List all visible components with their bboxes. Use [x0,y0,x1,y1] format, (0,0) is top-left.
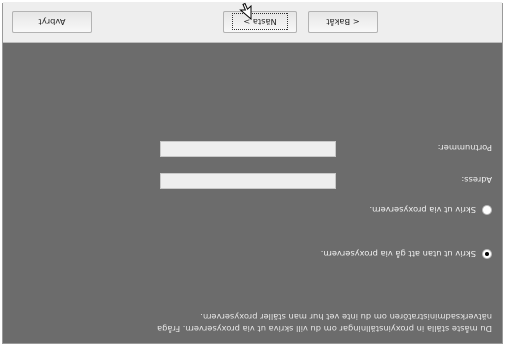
address-label: Adress: [461,175,492,185]
address-row: Adress: [160,171,492,189]
port-label: Portnummer: [437,143,492,153]
option-use-proxy[interactable]: Skriv ut via proxyservern. [369,205,492,215]
screen-rotated: Du måste ställa in proxyinställningar om… [0,0,505,344]
proxy-description: Du måste ställa in proxyinställningar om… [12,311,492,335]
proxy-settings-dialog: Du måste ställa in proxyinställningar om… [2,2,503,344]
dialog-content: Du måste ställa in proxyinställningar om… [3,43,502,343]
address-input[interactable] [160,173,336,189]
option-no-proxy[interactable]: Skriv ut utan att gå via proxyservern. [321,249,492,259]
option-no-proxy-label: Skriv ut utan att gå via proxyservern. [320,249,476,259]
mouse-pointer-icon [239,2,252,20]
radio-no-proxy[interactable] [482,249,492,259]
back-button[interactable]: < Bakåt [308,11,378,33]
dialog-footer: < Bakåt Nästa > Avbryt [3,2,502,43]
option-use-proxy-label: Skriv ut via proxyservern. [369,205,476,215]
description-line-2: nätverksadministratören om du inte vet h… [200,312,492,322]
radio-selected-dot [485,252,489,256]
cancel-button[interactable]: Avbryt [12,11,92,33]
port-input[interactable] [160,141,336,157]
next-button[interactable]: Nästa > [223,11,297,33]
port-row: Portnummer: [160,139,492,157]
description-line-1: Du måste ställa in proxyinställningar om… [157,324,492,334]
radio-use-proxy[interactable] [482,205,492,215]
